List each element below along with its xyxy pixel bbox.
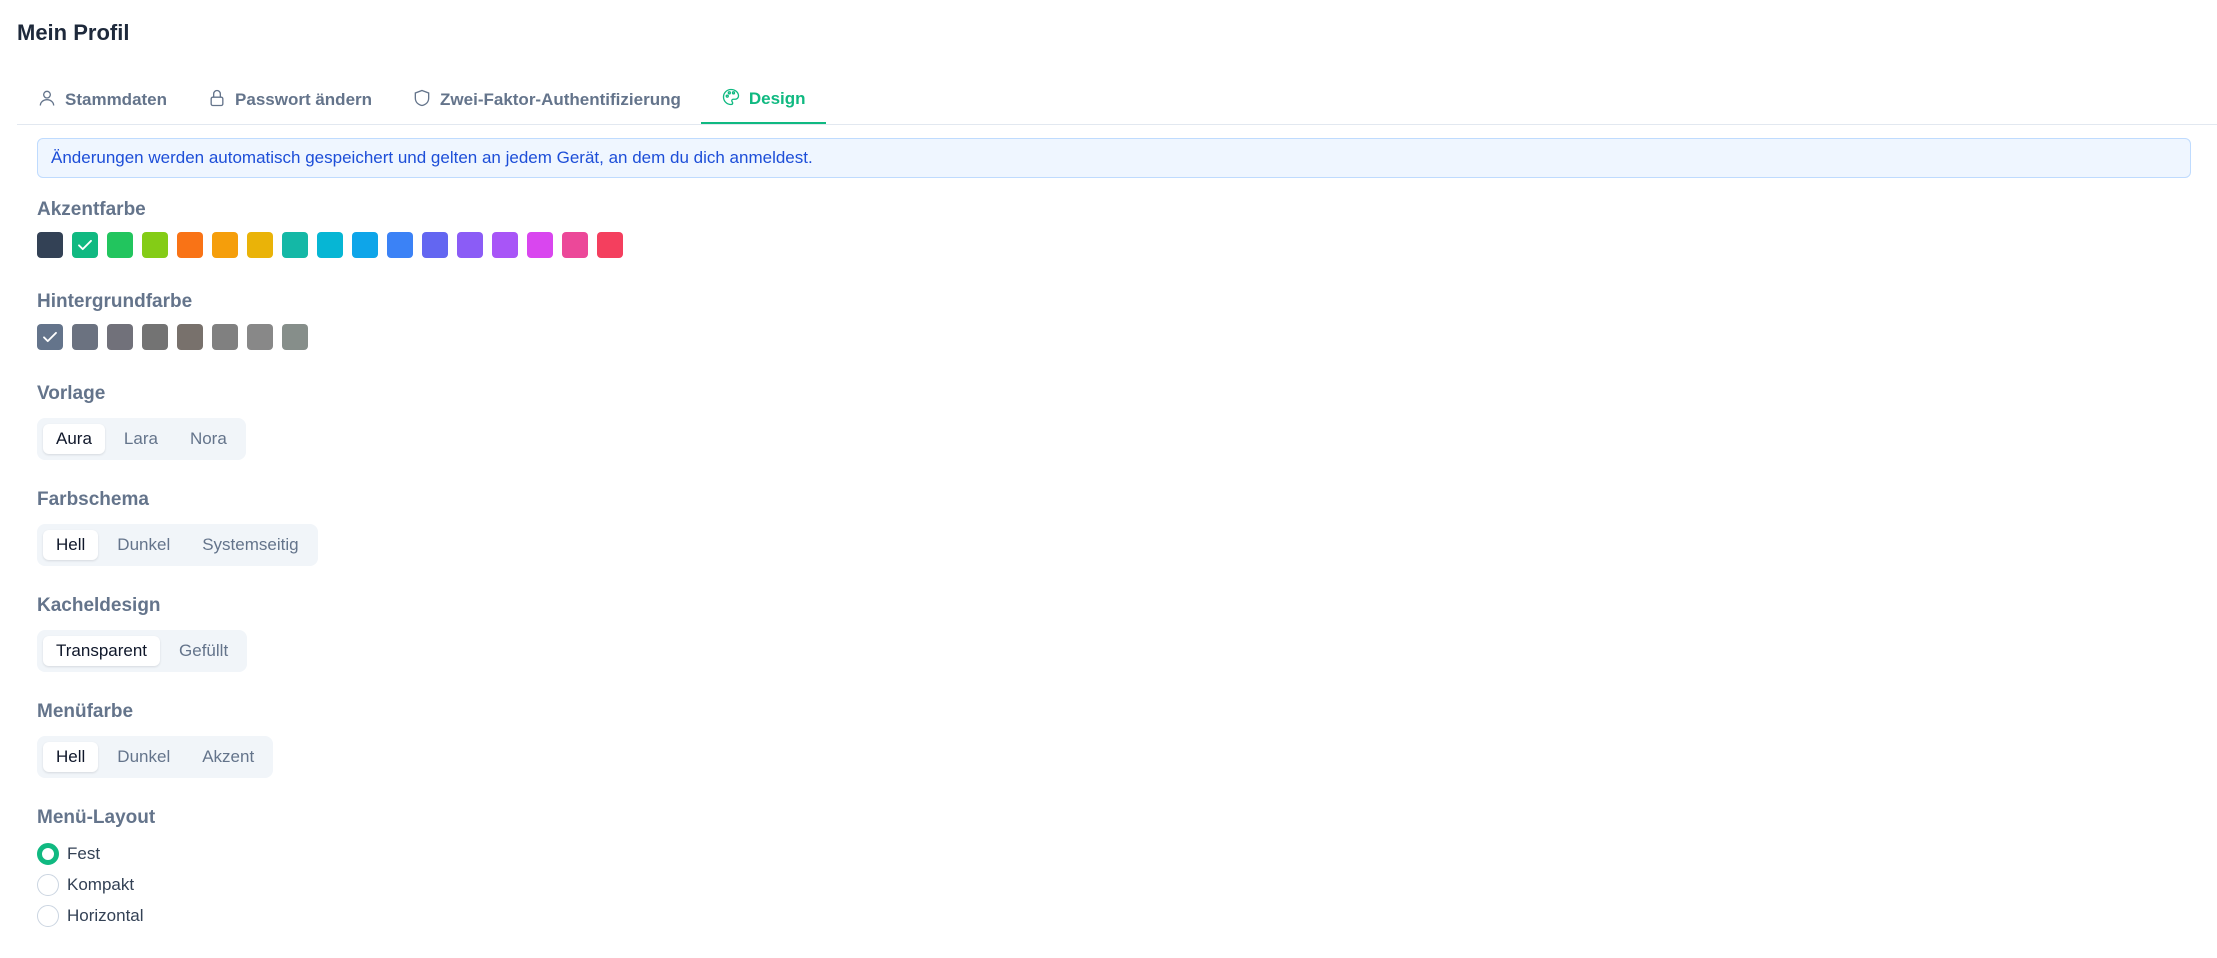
background-color-swatch[interactable] — [107, 324, 133, 350]
accent-color-swatch[interactable] — [212, 232, 238, 258]
accent-color-swatch[interactable] — [282, 232, 308, 258]
accent-color-swatch[interactable] — [177, 232, 203, 258]
accent-color-swatch[interactable] — [142, 232, 168, 258]
accent-color-swatch[interactable] — [247, 232, 273, 258]
color-scheme-option[interactable]: Hell — [43, 530, 99, 560]
accent-color-swatch[interactable] — [387, 232, 413, 258]
menu-color-option[interactable]: Hell — [43, 742, 99, 772]
tile-design-option[interactable]: Gefüllt — [166, 636, 241, 666]
user-icon — [37, 88, 57, 113]
accent-color-swatch[interactable] — [492, 232, 518, 258]
profile-tabs: Stammdaten Passwort ändern Zwei-Faktor-A… — [17, 76, 2217, 125]
accent-color-swatch[interactable] — [562, 232, 588, 258]
background-color-swatch[interactable] — [142, 324, 168, 350]
accent-color-swatch[interactable] — [352, 232, 378, 258]
tab-passwort[interactable]: Passwort ändern — [187, 76, 392, 124]
menu-color-section: Menüfarbe Hell Dunkel Akzent — [37, 698, 274, 778]
menu-layout-label: Menü-Layout — [37, 807, 156, 828]
lock-icon — [207, 88, 227, 113]
accent-color-swatch[interactable] — [527, 232, 553, 258]
check-icon — [41, 328, 59, 346]
menu-color-option[interactable]: Akzent — [189, 742, 267, 772]
background-color-label: Hintergrundfarbe — [37, 291, 193, 312]
radio-label: Fest — [67, 843, 101, 863]
tile-design-option[interactable]: Transparent — [43, 636, 161, 666]
page-title: Mein Profil — [17, 20, 130, 45]
color-scheme-label: Farbschema — [37, 489, 149, 510]
menu-layout-radio-group: Fest Kompakt Horizontal — [37, 838, 155, 931]
tab-label: Stammdaten — [65, 90, 168, 109]
background-color-section: Hintergrundfarbe — [37, 288, 308, 350]
accent-color-swatch[interactable] — [317, 232, 343, 258]
radio-button[interactable] — [37, 842, 59, 865]
color-scheme-section: Farbschema Hell Dunkel Systemseitig — [37, 486, 318, 566]
tab-design[interactable]: Design — [700, 76, 826, 124]
background-color-swatches — [37, 324, 308, 350]
profile-page: Mein Profil Stammdaten Passwort ändern Z… — [0, 0, 2217, 958]
tile-design-label: Kacheldesign — [37, 595, 161, 616]
color-scheme-selector: Hell Dunkel Systemseitig — [37, 524, 318, 566]
radio-label: Kompakt — [67, 874, 135, 894]
tile-design-selector: Transparent Gefüllt — [37, 630, 248, 672]
accent-color-swatch[interactable] — [597, 232, 623, 258]
accent-color-swatches — [37, 232, 623, 258]
background-color-swatch[interactable] — [72, 324, 98, 350]
menu-layout-section: Menü-Layout Fest Kompakt Horizontal — [37, 804, 155, 931]
template-option[interactable]: Aura — [43, 424, 105, 454]
accent-color-label: Akzentfarbe — [37, 199, 146, 220]
template-section: Vorlage Aura Lara Nora — [37, 380, 246, 460]
tab-label: Design — [748, 89, 806, 108]
accent-color-swatch[interactable] — [107, 232, 133, 258]
background-color-swatch[interactable] — [177, 324, 203, 350]
color-scheme-option[interactable]: Systemseitig — [189, 530, 311, 560]
background-color-swatch[interactable] — [247, 324, 273, 350]
menu-color-selector: Hell Dunkel Akzent — [37, 736, 274, 778]
accent-color-swatch[interactable] — [422, 232, 448, 258]
tab-label: Passwort ändern — [235, 90, 373, 109]
background-color-swatch[interactable] — [282, 324, 308, 350]
accent-color-section: Akzentfarbe — [37, 196, 623, 258]
menu-color-label: Menüfarbe — [37, 701, 134, 722]
tab-zwei-faktor[interactable]: Zwei-Faktor-Authentifizierung — [392, 76, 701, 124]
accent-color-swatch[interactable] — [37, 232, 63, 258]
palette-icon — [721, 87, 741, 112]
radio-button[interactable] — [37, 904, 59, 927]
menu-layout-option[interactable]: Kompakt — [37, 869, 155, 900]
color-scheme-option[interactable]: Dunkel — [104, 530, 183, 560]
background-color-swatch[interactable] — [212, 324, 238, 350]
template-selector: Aura Lara Nora — [37, 418, 246, 460]
tab-label: Zwei-Faktor-Authentifizierung — [440, 90, 681, 109]
menu-color-option[interactable]: Dunkel — [104, 742, 183, 772]
menu-layout-option[interactable]: Fest — [37, 838, 155, 869]
radio-button[interactable] — [37, 873, 59, 896]
template-option[interactable]: Lara — [111, 424, 171, 454]
accent-color-swatch[interactable] — [72, 232, 98, 258]
background-color-swatch[interactable] — [37, 324, 63, 350]
tab-stammdaten[interactable]: Stammdaten — [17, 76, 187, 124]
info-message: Änderungen werden automatisch gespeicher… — [37, 138, 2191, 178]
template-label: Vorlage — [37, 383, 106, 404]
template-option[interactable]: Nora — [177, 424, 240, 454]
check-icon — [76, 236, 94, 254]
tile-design-section: Kacheldesign Transparent Gefüllt — [37, 592, 248, 672]
shield-icon — [412, 88, 432, 113]
menu-layout-option[interactable]: Horizontal — [37, 900, 155, 931]
accent-color-swatch[interactable] — [457, 232, 483, 258]
radio-label: Horizontal — [67, 905, 144, 925]
